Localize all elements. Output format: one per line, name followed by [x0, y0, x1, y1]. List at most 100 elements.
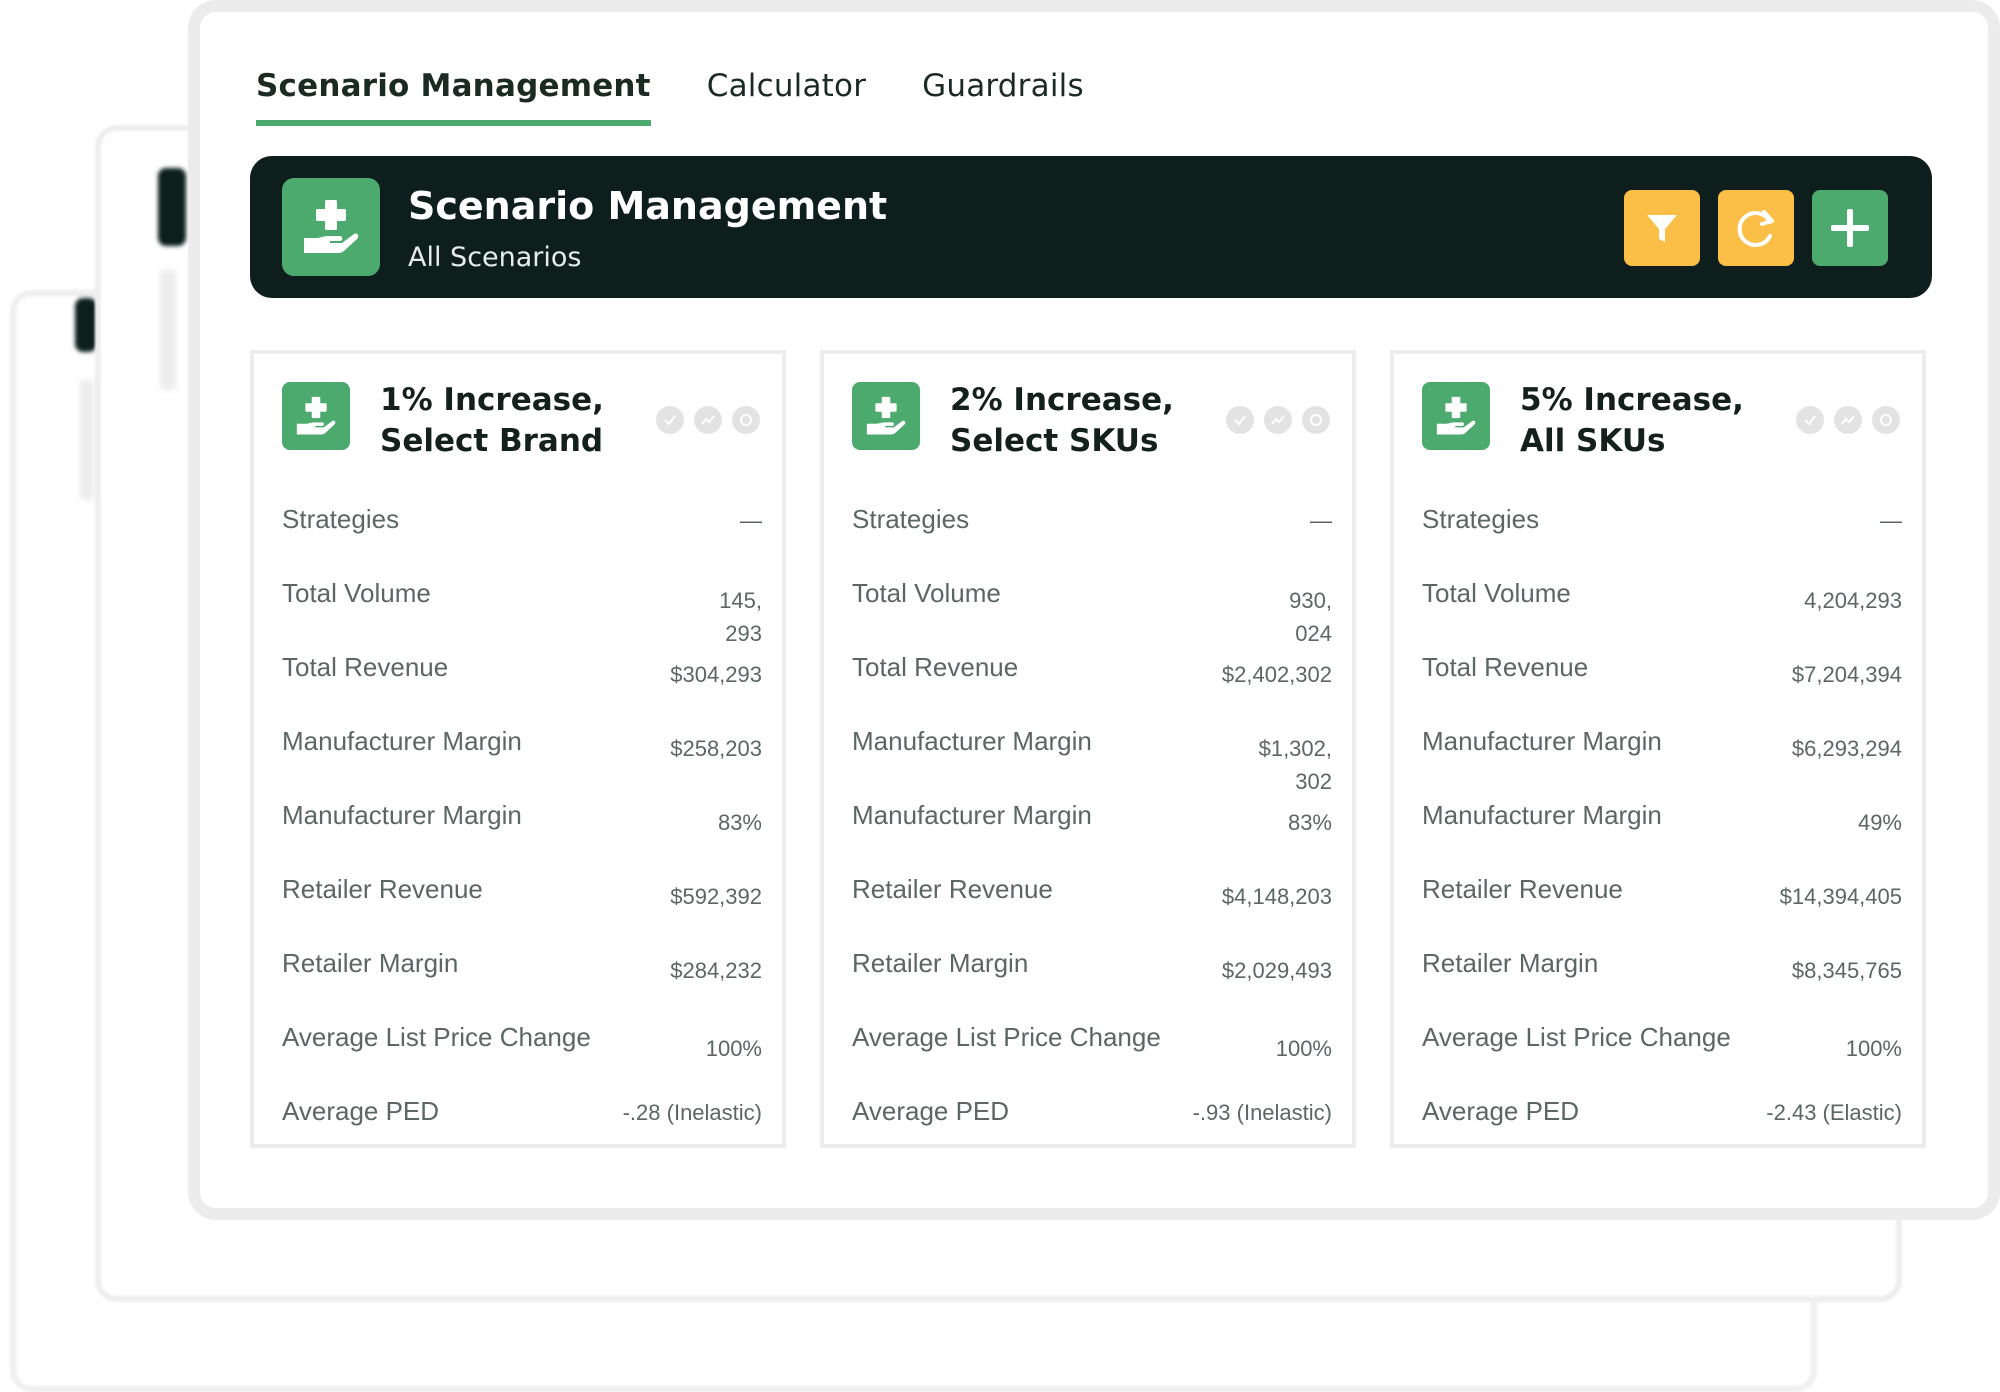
filter-button[interactable] — [1624, 190, 1700, 266]
metric-value: $2,402,302 — [1221, 662, 1332, 687]
trend-icon[interactable] — [694, 406, 722, 434]
metric-label: Average List Price Change — [852, 1022, 1161, 1052]
metric-label: Retailer Margin — [282, 948, 459, 978]
metric-row: Total Volume 145, 293 — [282, 578, 762, 646]
tab-guardrails[interactable]: Guardrails — [922, 68, 1084, 126]
metric-value: $4,148,203 — [1221, 884, 1332, 909]
scenario-card[interactable]: 2% Increase, Select SKUs Strategies — To… — [820, 350, 1356, 1148]
circle-icon[interactable] — [732, 406, 760, 434]
scenario-card-list: 1% Increase, Select Brand Strategies — T… — [250, 350, 1926, 1148]
scenario-card[interactable]: 1% Increase, Select Brand Strategies — T… — [250, 350, 786, 1148]
metric-row: Total Volume 930, 024 — [852, 578, 1332, 646]
metric-row: Strategies — — [1422, 504, 1902, 564]
metric-row: Manufacturer Margin $1,302, 302 — [852, 726, 1332, 794]
metric-label: Average List Price Change — [282, 1022, 591, 1052]
metric-label: Total Volume — [1422, 578, 1571, 608]
metric-label: Total Volume — [852, 578, 1001, 608]
add-scenario-button[interactable] — [1812, 190, 1888, 266]
check-icon[interactable] — [1226, 406, 1254, 434]
tab-calculator[interactable]: Calculator — [707, 68, 866, 126]
page-subtitle: All Scenarios — [408, 242, 582, 273]
tab-scenario-management[interactable]: Scenario Management — [256, 68, 651, 126]
metric-value: $8,345,765 — [1791, 958, 1902, 983]
page-header-banner: Scenario Management All Scenarios — [250, 156, 1932, 298]
metric-label: Strategies — [1422, 504, 1540, 534]
metric-value: $284,232 — [670, 958, 762, 983]
trend-icon[interactable] — [1834, 406, 1862, 434]
metric-row: Manufacturer Margin 83% — [282, 800, 762, 860]
tab-bar: Scenario Management Calculator Guardrail… — [256, 68, 1084, 126]
metric-value: $14,394,405 — [1779, 884, 1902, 909]
metric-row: Average PED -.93 (Inelastic) — [852, 1096, 1332, 1156]
page-title: Scenario Management — [408, 184, 888, 228]
metric-row: Total Volume 4,204,293 — [1422, 578, 1902, 638]
metric-label: Retailer Margin — [1422, 948, 1599, 978]
hand-plus-icon — [282, 382, 350, 450]
background-sheet-accent — [158, 168, 186, 246]
circle-icon[interactable] — [1872, 406, 1900, 434]
metric-value: 145, 293 — [719, 588, 762, 646]
check-icon[interactable] — [656, 406, 684, 434]
metric-value: 100% — [1845, 1036, 1902, 1061]
scenario-title: 2% Increase, Select SKUs — [950, 382, 1174, 459]
metric-label: Strategies — [282, 504, 400, 534]
metric-label: Manufacturer Margin — [852, 726, 1092, 756]
metric-row: Manufacturer Margin 49% — [1422, 800, 1902, 860]
scenario-title: 5% Increase, All SKUs — [1520, 382, 1744, 459]
metric-row: Retailer Margin $284,232 — [282, 948, 762, 1008]
metric-row: Retailer Margin $2,029,493 — [852, 948, 1332, 1008]
scenario-card[interactable]: 5% Increase, All SKUs Strategies — Total… — [1390, 350, 1926, 1148]
metric-label: Total Revenue — [852, 652, 1019, 682]
metric-value: $592,392 — [670, 884, 762, 909]
metric-row: Average List Price Change 100% — [282, 1022, 762, 1082]
metric-label: Retailer Revenue — [852, 874, 1053, 904]
metric-label: Manufacturer Margin — [852, 800, 1092, 830]
metric-value: — — [740, 508, 762, 533]
metric-row: Retailer Revenue $14,394,405 — [1422, 874, 1902, 934]
check-icon[interactable] — [1796, 406, 1824, 434]
metric-label: Average PED — [852, 1096, 1010, 1126]
metric-label: Total Revenue — [1422, 652, 1589, 682]
metric-row: Average List Price Change 100% — [852, 1022, 1332, 1082]
hand-plus-icon — [852, 382, 920, 450]
trend-icon[interactable] — [1264, 406, 1292, 434]
hand-plus-icon — [282, 178, 380, 276]
status-icons — [656, 406, 760, 434]
metric-row: Average PED -2.43 (Elastic) — [1422, 1096, 1902, 1156]
metric-label: Strategies — [852, 504, 970, 534]
metric-label: Manufacturer Margin — [1422, 800, 1662, 830]
metric-row: Total Revenue $7,204,394 — [1422, 652, 1902, 712]
metric-label: Manufacturer Margin — [282, 726, 522, 756]
metric-label: Average PED — [282, 1096, 440, 1126]
metric-value: 4,204,293 — [1804, 588, 1902, 613]
metric-label: Total Volume — [282, 578, 431, 608]
metric-value: $258,203 — [670, 736, 762, 761]
metric-label: Retailer Margin — [852, 948, 1029, 978]
metric-row: Manufacturer Margin 83% — [852, 800, 1332, 860]
refresh-button[interactable] — [1718, 190, 1794, 266]
metric-row: Strategies — — [282, 504, 762, 564]
status-icons — [1226, 406, 1330, 434]
metric-value: $6,293,294 — [1791, 736, 1902, 761]
metric-row: Retailer Revenue $592,392 — [282, 874, 762, 934]
metric-value: 930, 024 — [1289, 588, 1332, 646]
background-sheet-line — [80, 380, 94, 500]
metric-value: -2.43 (Elastic) — [1766, 1100, 1902, 1125]
metric-label: Average List Price Change — [1422, 1022, 1731, 1052]
metric-value: $7,204,394 — [1791, 662, 1902, 687]
metric-row: Retailer Margin $8,345,765 — [1422, 948, 1902, 1008]
metric-value: $304,293 — [670, 662, 762, 687]
status-icons — [1796, 406, 1900, 434]
metric-value: 100% — [705, 1036, 762, 1061]
filter-icon — [1647, 215, 1677, 242]
metric-value: 100% — [1275, 1036, 1332, 1061]
metric-label: Retailer Revenue — [282, 874, 483, 904]
circle-icon[interactable] — [1302, 406, 1330, 434]
metric-value: $2,029,493 — [1221, 958, 1332, 983]
metric-row: Strategies — — [852, 504, 1332, 564]
metric-label: Retailer Revenue — [1422, 874, 1623, 904]
plus-icon — [1831, 209, 1869, 247]
metric-label: Average PED — [1422, 1096, 1580, 1126]
background-sheet-accent — [75, 298, 97, 352]
header-actions — [1624, 190, 1888, 266]
